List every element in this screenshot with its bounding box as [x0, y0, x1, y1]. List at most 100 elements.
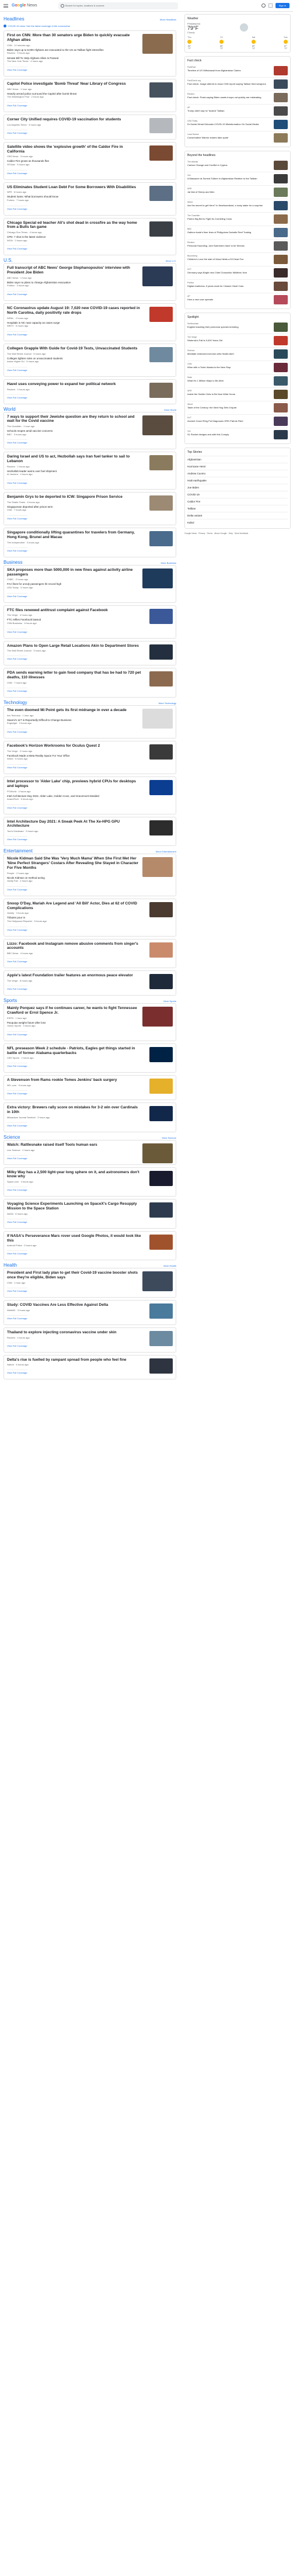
story-title[interactable]: SKA proposes more than 5000,000 in new f… [7, 568, 141, 577]
story-title[interactable]: Daring Israel and US to act, Hezbollah s… [7, 455, 141, 464]
story-thumbnail[interactable] [142, 1007, 173, 1027]
apps-icon[interactable] [268, 4, 273, 8]
story-title[interactable]: Capitol Police investigate 'Bomb Threat'… [7, 82, 141, 86]
topic-link[interactable]: Afghanistan [187, 456, 288, 463]
story-card[interactable]: If NASA's Perseverance Mars rover used G… [4, 1230, 176, 1261]
story-card[interactable]: Satellite video shows the 'explosive gro… [4, 141, 176, 180]
related-story[interactable]: Schools reopen amid vaccine concerns BBC … [7, 429, 141, 436]
section-more-link-sports[interactable]: More Sports [163, 1000, 176, 1003]
related-story[interactable]: Xiaomi's 11T is Reportedly Difficult to … [7, 719, 141, 725]
story-thumbnail[interactable] [149, 455, 173, 471]
fact-check-item[interactable]: USA Today Dr Daniel Wurst Debunks COVID-1… [187, 117, 288, 131]
view-full-coverage-link[interactable]: View Full Coverage [7, 764, 27, 769]
fact-check-item-image[interactable] [274, 66, 288, 75]
view-full-coverage-link[interactable]: View Full Coverage [7, 986, 27, 990]
view-full-coverage-link[interactable]: View Full Coverage [7, 1250, 27, 1255]
view-full-coverage-link[interactable]: View Full Coverage [7, 331, 27, 336]
story-thumbnail[interactable] [149, 1202, 173, 1218]
spotlight-item-title[interactable]: Ancient Gourd Ring Pot Diagnoses ORD Pat… [187, 419, 243, 422]
spotlight-item[interactable]: The Verge Nintendo's Fall Is 9,000 Years … [187, 334, 288, 347]
spotlight-item[interactable]: Smithsonian English teaching their pest-b… [187, 321, 288, 334]
beyond-headlines-item-title[interactable]: Carbon Change and Conflict in Cyprus [187, 164, 227, 167]
story-title[interactable]: Full transcript of ABC News' George Step… [7, 266, 141, 275]
section-title-business[interactable]: Business [4, 560, 22, 565]
story-card[interactable]: FTC files renewed antitrust complaint ag… [4, 605, 176, 639]
story-thumbnail[interactable] [149, 307, 173, 323]
section-title-sports[interactable]: Sports [4, 998, 17, 1003]
story-card[interactable]: Benjamin Grys to be deported to ICW: Sin… [4, 492, 176, 526]
story-title[interactable]: Watch: Rattlesnake raised itself Tools h… [7, 1143, 141, 1147]
story-title[interactable]: If NASA's Perseverance Mars rover used G… [7, 1234, 141, 1243]
story-thumbnail[interactable] [149, 145, 173, 161]
spotlight-item-title[interactable]: What It's 1 Million Ways to Be Alive [187, 379, 224, 382]
story-card[interactable]: First on CNN: More than 30 senators urge… [4, 30, 176, 77]
story-thumbnail[interactable] [142, 1143, 173, 1163]
section-title-entertainment[interactable]: Entertainment [4, 848, 33, 854]
story-card[interactable]: NFL preseason Week 2 schedule - Patriots… [4, 1043, 176, 1073]
beyond-headlines-item-title[interactable]: Paris's Big Bet to Fight Its Crumbling C… [187, 217, 232, 220]
story-title[interactable]: PDA sends warning letter to gain food co… [7, 671, 141, 680]
story-title[interactable]: The even doomed Mi Point gets its first … [7, 708, 141, 713]
fact-check-item-image[interactable] [274, 120, 288, 129]
fact-check-item-image[interactable] [274, 93, 288, 102]
view-full-coverage-link[interactable]: View Full Coverage [7, 1342, 27, 1347]
section-title-world[interactable]: World [4, 407, 16, 412]
story-thumbnail[interactable] [142, 708, 173, 729]
story-title[interactable]: NFL preseason Week 2 schedule - Patriots… [7, 1046, 141, 1056]
view-full-coverage-link[interactable]: View Full Coverage [7, 886, 27, 891]
related-story[interactable]: Singaporean deported after prison term CN… [7, 505, 141, 512]
section-title-us[interactable]: U.S. [4, 258, 13, 263]
story-thumbnail[interactable] [149, 1303, 173, 1319]
story-card[interactable]: Extra victory: Brewers rally score on mi… [4, 1102, 176, 1132]
fact-check-item[interactable]: Lead Stories Conservative Warrior shares … [187, 131, 288, 144]
story-thumbnail[interactable] [149, 1358, 173, 1374]
story-thumbnail[interactable] [142, 568, 173, 588]
story-thumbnail[interactable] [142, 266, 173, 287]
view-full-coverage-link[interactable]: View Full Coverage [7, 394, 27, 399]
story-card[interactable]: Corner City Unified requires COVID-19 va… [4, 114, 176, 140]
view-full-coverage-link[interactable]: View Full Coverage [7, 804, 27, 809]
story-title[interactable]: Extra victory: Brewers rally score on mi… [7, 1105, 141, 1115]
view-full-coverage-link[interactable]: View Full Coverage [7, 547, 27, 552]
story-thumbnail[interactable] [149, 779, 173, 795]
related-story[interactable]: FAA fines for unruly passengers hit reco… [7, 583, 141, 589]
story-title[interactable]: 7 ways to support their Jewishe question… [7, 415, 141, 424]
story-title[interactable]: A Stevenson from Rams rookie Tomes Jenki… [7, 1078, 141, 1083]
story-title[interactable]: Mainly Porquez says if he continues care… [7, 1006, 141, 1015]
fact-check-item-title[interactable]: Conservative Warrior shares fake quote [187, 136, 228, 139]
related-story-title[interactable]: FTC refiles Facebook lawsuit [7, 618, 141, 621]
story-title[interactable]: US Eliminates Student Loan Debt For Some… [7, 185, 141, 190]
beyond-headlines-item-image[interactable] [274, 241, 288, 251]
view-full-coverage-link[interactable]: View Full Coverage [7, 480, 27, 484]
spotlight-item[interactable]: Science Meditate extended exercise cells … [187, 347, 288, 360]
story-thumbnail[interactable] [149, 744, 173, 760]
story-title[interactable]: Apple's latest Foundation trailer featur… [7, 973, 141, 978]
related-story[interactable]: Biden says no plans to change Afghanista… [7, 281, 141, 287]
spotlight-item-image[interactable] [274, 336, 288, 345]
spotlight-item-image[interactable] [274, 430, 288, 439]
spotlight-item-image[interactable] [274, 376, 288, 386]
related-story-title[interactable]: Singaporean deported after prison term [7, 505, 141, 508]
spotlight-item-title[interactable]: Inside the Soldier Gets to Be Now Wide H… [187, 393, 235, 396]
view-full-coverage-link[interactable]: View Full Coverage [7, 628, 27, 633]
fact-check-item[interactable]: FactCheck.org Fact check: Image altered t… [187, 77, 288, 91]
story-title[interactable]: Milky Way has a 2,500 light-year long sp… [7, 1170, 141, 1180]
related-story[interactable]: Heavily armed police surround the Capito… [7, 92, 141, 99]
view-full-coverage-link[interactable]: View Full Coverage [7, 1218, 27, 1223]
beyond-headlines-item-title[interactable]: Jai Mai of Sheep and Men [187, 190, 214, 193]
spotlight-item-title[interactable]: Nintendo's Fall Is 9,000 Years Old [187, 339, 222, 342]
story-card[interactable]: Intel processor to 'Alder Lake' chip, pr… [4, 776, 176, 814]
beyond-headlines-item-image[interactable] [274, 161, 288, 170]
story-thumbnail[interactable] [149, 902, 173, 917]
view-full-coverage-link[interactable]: View Full Coverage [7, 366, 27, 372]
story-card[interactable]: Capitol Police investigate 'Bomb Threat'… [4, 78, 176, 112]
topic-link[interactable]: Haiti earthquake [187, 477, 288, 484]
story-title[interactable]: First on CNN: More than 30 senators urge… [7, 33, 141, 43]
beyond-headlines-item-title[interactable]: How a new rose spreads [187, 298, 213, 301]
beyond-headlines-item-title[interactable]: Are the secret to get Here? In Newfoundl… [187, 204, 263, 207]
story-title[interactable]: Singapore conditionally lifting quaranti… [7, 531, 141, 540]
story-card[interactable]: Nicole Kidman Said She Was 'Very Much Ma… [4, 854, 176, 896]
story-card[interactable]: Study: COVID Vaccines Are Less Effective… [4, 1299, 176, 1325]
story-title[interactable]: Intel Architecture Day 2021: A Sneak Pee… [7, 820, 141, 829]
story-thumbnail[interactable] [149, 495, 173, 511]
